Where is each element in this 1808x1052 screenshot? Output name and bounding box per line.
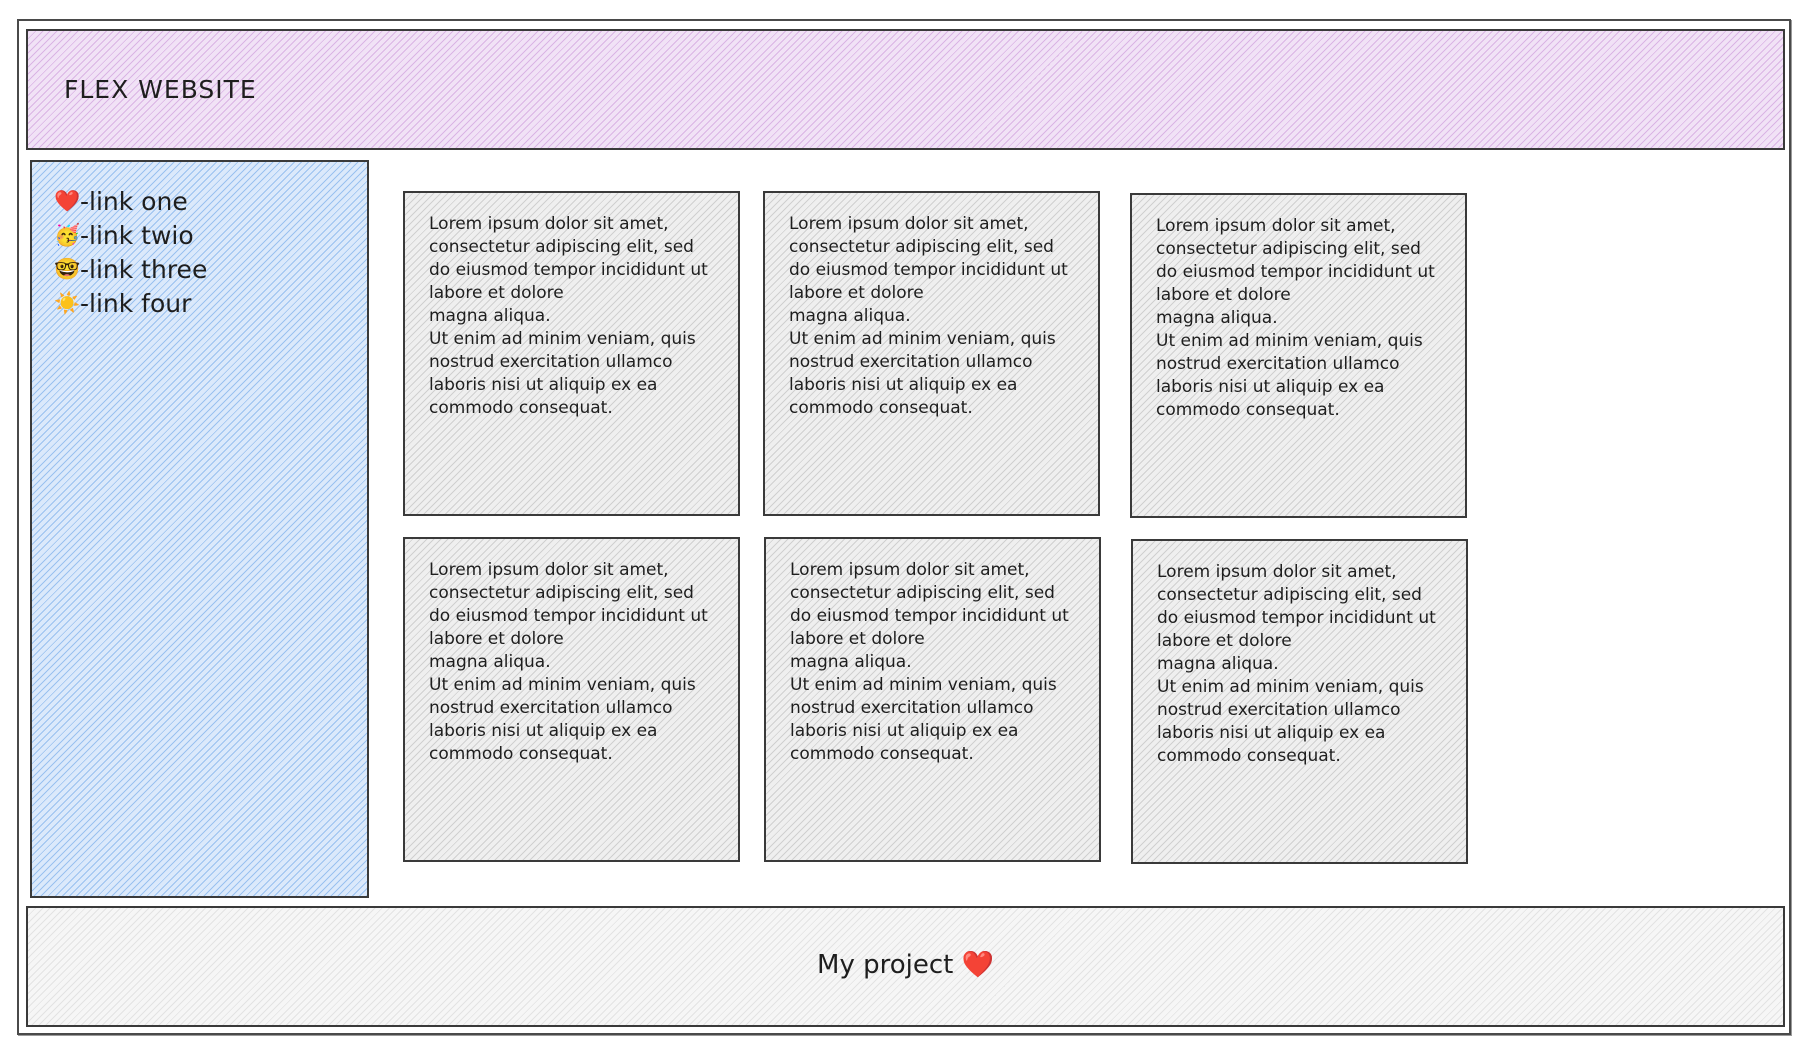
card-text: Lorem ipsum dolor sit amet, consectetur … — [1157, 562, 1436, 766]
content-card: Lorem ipsum dolor sit amet, consectetur … — [403, 191, 740, 516]
sidebar-item-link-four[interactable]: ☀️ -link four — [54, 286, 207, 320]
card-text: Lorem ipsum dolor sit amet, consectetur … — [1156, 216, 1435, 420]
card-text: Lorem ipsum dolor sit amet, consectetur … — [429, 214, 708, 418]
footer-caption: My project ❤️ — [28, 950, 1783, 980]
site-title: FLEX WEBSITE — [64, 75, 257, 104]
sun-icon: ☀️ — [54, 290, 81, 315]
sidebar-item-link-twio[interactable]: 🥳 -link twio — [54, 218, 207, 252]
site-header: FLEX WEBSITE — [26, 29, 1785, 150]
nerd-face-icon: 🤓 — [54, 256, 81, 281]
site-footer: My project ❤️ — [26, 906, 1785, 1027]
sidebar-item-label: -link twio — [80, 220, 194, 250]
sidebar-item-label: -link four — [80, 288, 192, 318]
footer-text: My project — [817, 950, 954, 980]
sidebar-item-label: -link one — [80, 186, 188, 216]
sidebar-item-link-one[interactable]: ❤️ -link one — [54, 184, 207, 218]
content-card: Lorem ipsum dolor sit amet, consectetur … — [1130, 193, 1467, 518]
party-face-icon: 🥳 — [54, 222, 81, 247]
sidebar: ❤️ -link one 🥳 -link twio 🤓 -link three … — [30, 160, 369, 898]
content-card: Lorem ipsum dolor sit amet, consectetur … — [763, 191, 1100, 516]
content-card: Lorem ipsum dolor sit amet, consectetur … — [764, 537, 1101, 862]
heart-icon: ❤️ — [54, 188, 81, 213]
content-card: Lorem ipsum dolor sit amet, consectetur … — [403, 537, 740, 862]
content-card: Lorem ipsum dolor sit amet, consectetur … — [1131, 539, 1468, 864]
card-text: Lorem ipsum dolor sit amet, consectetur … — [789, 214, 1068, 418]
card-text: Lorem ipsum dolor sit amet, consectetur … — [790, 560, 1069, 764]
sidebar-nav: ❤️ -link one 🥳 -link twio 🤓 -link three … — [54, 184, 207, 320]
heart-icon: ❤️ — [961, 950, 994, 980]
sidebar-item-link-three[interactable]: 🤓 -link three — [54, 252, 207, 286]
card-text: Lorem ipsum dolor sit amet, consectetur … — [429, 560, 708, 764]
sidebar-item-label: -link three — [80, 254, 208, 284]
